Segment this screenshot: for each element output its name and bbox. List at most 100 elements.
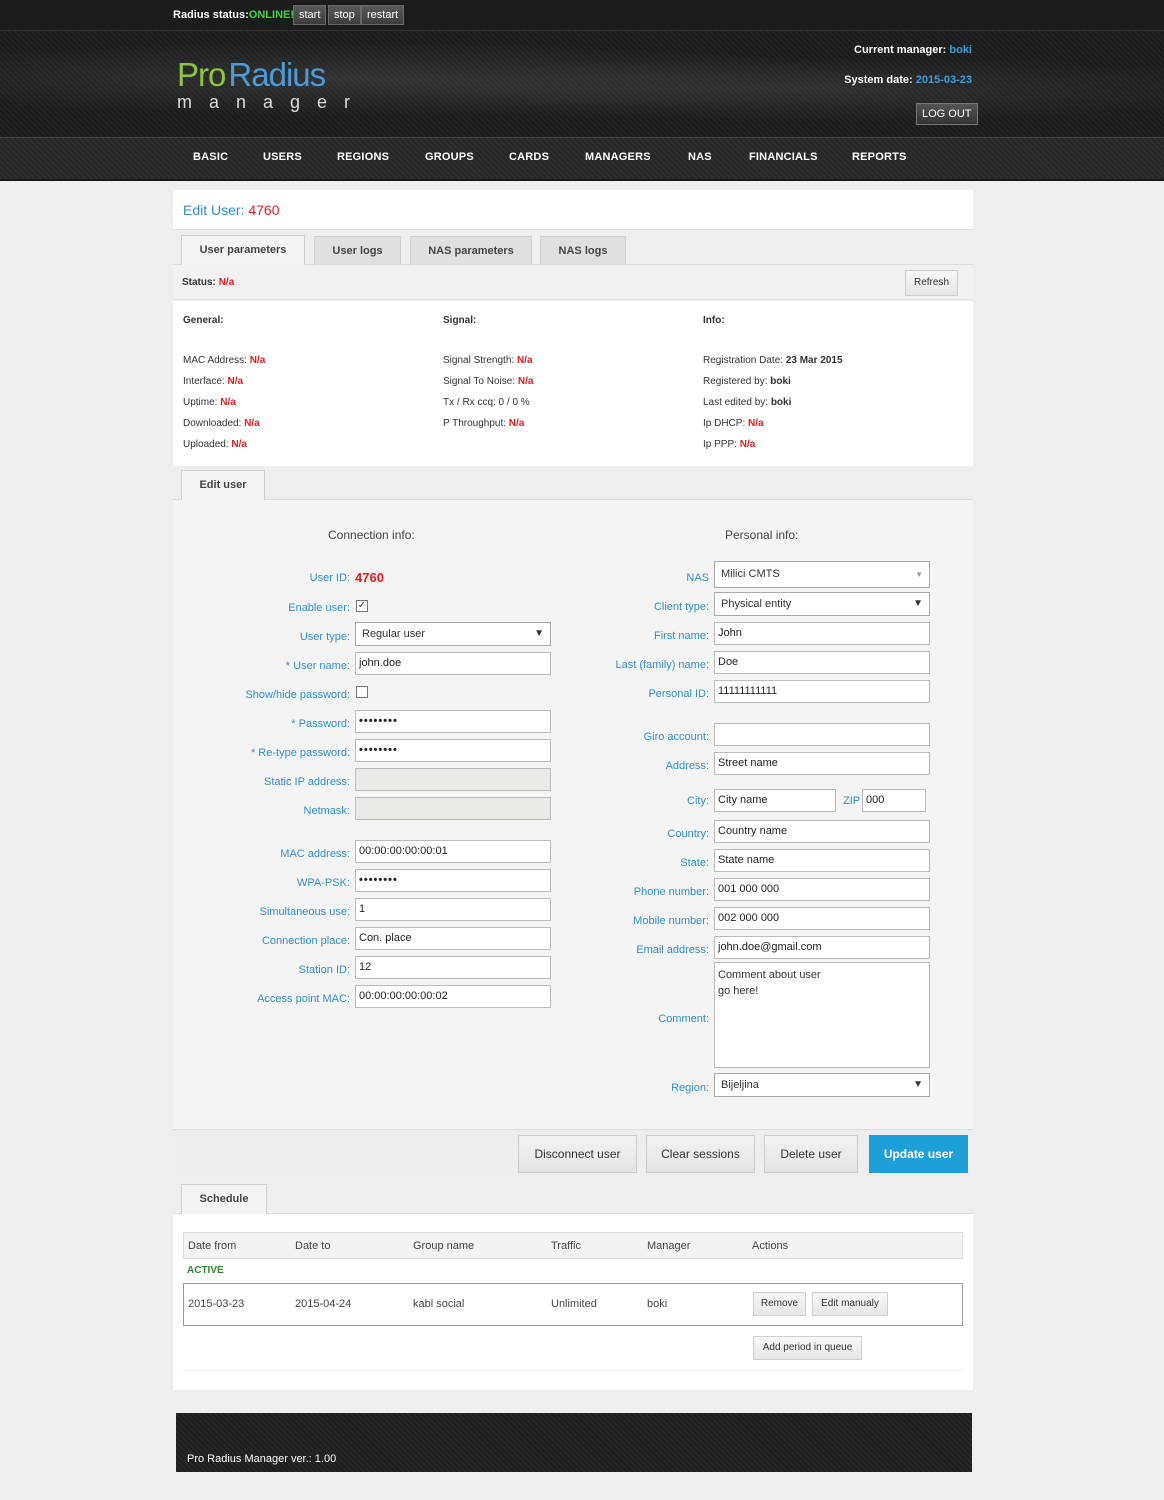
page-title: Edit User: 4760 (183, 202, 280, 218)
radius-stop-button[interactable]: stop (328, 5, 361, 25)
chevron-down-icon: ▼ (913, 598, 923, 609)
region-select[interactable]: Bijeljina ▼ (714, 1073, 930, 1097)
last-name-label: Last (family) name: (615, 659, 709, 671)
simultaneous-use-input[interactable]: 1 (355, 898, 551, 921)
info-row: P Throughput: N/a (443, 418, 533, 439)
username-input[interactable]: john.doe (355, 652, 551, 675)
netmask-input[interactable] (355, 797, 551, 820)
tab-nas-logs[interactable]: NAS logs (540, 236, 626, 265)
tab-user-logs[interactable]: User logs (314, 236, 401, 265)
access-point-mac-input[interactable]: 00:00:00:00:00:02 (355, 985, 551, 1008)
nav-cards[interactable]: CARDS (509, 151, 549, 163)
first-name-label: First name: (653, 630, 709, 642)
retype-password-input[interactable]: •••••••• (355, 739, 551, 762)
connection-place-input[interactable]: Con. place (355, 927, 551, 950)
cell-date-to: 2015-04-24 (295, 1298, 352, 1310)
nav-financials[interactable]: FINANCIALS (749, 151, 818, 163)
divider (183, 1370, 963, 1371)
nav-nas[interactable]: NAS (688, 151, 712, 163)
info-row-label: MAC Address: (183, 355, 247, 366)
client-type-select[interactable]: Physical entity ▼ (714, 592, 930, 616)
nav-managers[interactable]: MANAGERS (585, 151, 651, 163)
nav-regions[interactable]: REGIONS (337, 151, 389, 163)
radius-status-value: ONLINE! (248, 9, 295, 21)
wpa-psk-input[interactable]: •••••••• (355, 869, 551, 892)
mobile-number-label: Mobile number: (633, 915, 709, 927)
last-name-input[interactable]: Doe (714, 651, 930, 674)
disconnect-user-button[interactable]: Disconnect user (518, 1135, 637, 1173)
giro-account-input[interactable] (714, 723, 930, 746)
station-id-input[interactable]: 12 (355, 956, 551, 979)
active-label: ACTIVE (187, 1265, 224, 1276)
info-row: Tx / Rx ccq: 0 / 0 % (443, 397, 533, 418)
info-row-label: Downloaded: (183, 418, 242, 429)
clear-sessions-button[interactable]: Clear sessions (646, 1135, 755, 1173)
password-input[interactable]: •••••••• (355, 710, 551, 733)
cell-manager: boki (647, 1298, 668, 1310)
zip-input[interactable]: 000 (862, 789, 926, 812)
radius-status-label: Radius status: (173, 9, 249, 21)
column-manager: Manager (647, 1240, 691, 1252)
address-input[interactable]: Street name (714, 752, 930, 775)
info-row-value: boki (770, 376, 791, 387)
refresh-button[interactable]: Refresh (905, 270, 958, 296)
user-type-select[interactable]: Regular user ▼ (355, 622, 551, 646)
info-row-value: N/a (244, 418, 260, 429)
enable-user-checkbox[interactable]: ✓ (356, 600, 368, 612)
static-ip-label: Static IP address: (263, 776, 350, 788)
user-id-value: 4760 (355, 570, 384, 585)
wpa-psk-label: WPA-PSK: (297, 877, 350, 889)
nav-groups[interactable]: GROUPS (425, 151, 474, 163)
nav-basic[interactable]: BASIC (193, 151, 228, 163)
logout-button[interactable]: LOG OUT (916, 103, 978, 125)
page-title-text: Edit User: (183, 202, 245, 218)
first-name-input[interactable]: John (714, 622, 930, 645)
city-input[interactable]: City name (714, 789, 836, 812)
radius-restart-button[interactable]: restart (361, 5, 405, 25)
static-ip-input[interactable] (355, 768, 551, 791)
info-row-value: N/a (748, 418, 764, 429)
city-label: City: (687, 795, 709, 807)
info-row-label: Ip DHCP: (703, 418, 746, 429)
status-value: N/a (218, 277, 235, 288)
country-input[interactable]: Country name (714, 820, 930, 843)
retype-password-label: * Re-type password: (250, 747, 350, 759)
phone-number-input[interactable]: 001 000 000 (714, 878, 930, 901)
cell-group-name: kabl social (413, 1298, 465, 1310)
info-row: MAC Address: N/a (183, 355, 265, 376)
tab-edit-user[interactable]: Edit user (181, 470, 265, 500)
mac-address-input[interactable]: 00:00:00:00:00:01 (355, 840, 551, 863)
nas-select[interactable]: Milici CMTS ▼ (714, 561, 930, 588)
info-row-value: N/a (249, 355, 266, 366)
info-row-value: N/a (517, 376, 534, 387)
delete-user-button[interactable]: Delete user (764, 1135, 858, 1173)
mac-address-label: MAC address: (280, 848, 350, 860)
nav-reports[interactable]: REPORTS (852, 151, 907, 163)
email-input[interactable]: john.doe@gmail.com (714, 936, 930, 959)
remove-button[interactable]: Remove (753, 1292, 806, 1316)
system-date: System date: 2015-03-23 (844, 74, 972, 86)
info-row-label: Registered by: (703, 376, 768, 387)
client-type-value: Physical entity (721, 598, 792, 610)
tab-user-parameters[interactable]: User parameters (181, 235, 305, 265)
info-row: Signal To Noise: N/a (443, 376, 533, 397)
radius-start-button[interactable]: start (293, 5, 327, 25)
tab-nas-parameters[interactable]: NAS parameters (410, 236, 532, 265)
personal-id-input[interactable]: 11111111111 (714, 680, 930, 703)
client-type-label: Client type: (653, 601, 709, 613)
comment-textarea[interactable]: Comment about user go here! (714, 962, 930, 1068)
update-user-button[interactable]: Update user (869, 1135, 968, 1173)
state-input[interactable]: State name (714, 849, 930, 872)
add-period-button[interactable]: Add period in queue (753, 1336, 862, 1360)
edit-manually-button[interactable]: Edit manualy (812, 1292, 888, 1316)
country-label: Country: (667, 828, 709, 840)
nav-users[interactable]: USERS (263, 151, 302, 163)
info-row-value: 23 Mar 2015 (785, 355, 843, 366)
access-point-mac-label: Access point MAC: (257, 993, 350, 1005)
logo[interactable]: Pro Radius manager (177, 56, 367, 113)
show-password-checkbox[interactable] (356, 686, 368, 698)
mobile-number-input[interactable]: 002 000 000 (714, 907, 930, 930)
tab-schedule[interactable]: Schedule (181, 1184, 267, 1214)
connection-info-heading: Connection info: (328, 528, 415, 542)
personal-info-heading: Personal info: (725, 528, 799, 542)
